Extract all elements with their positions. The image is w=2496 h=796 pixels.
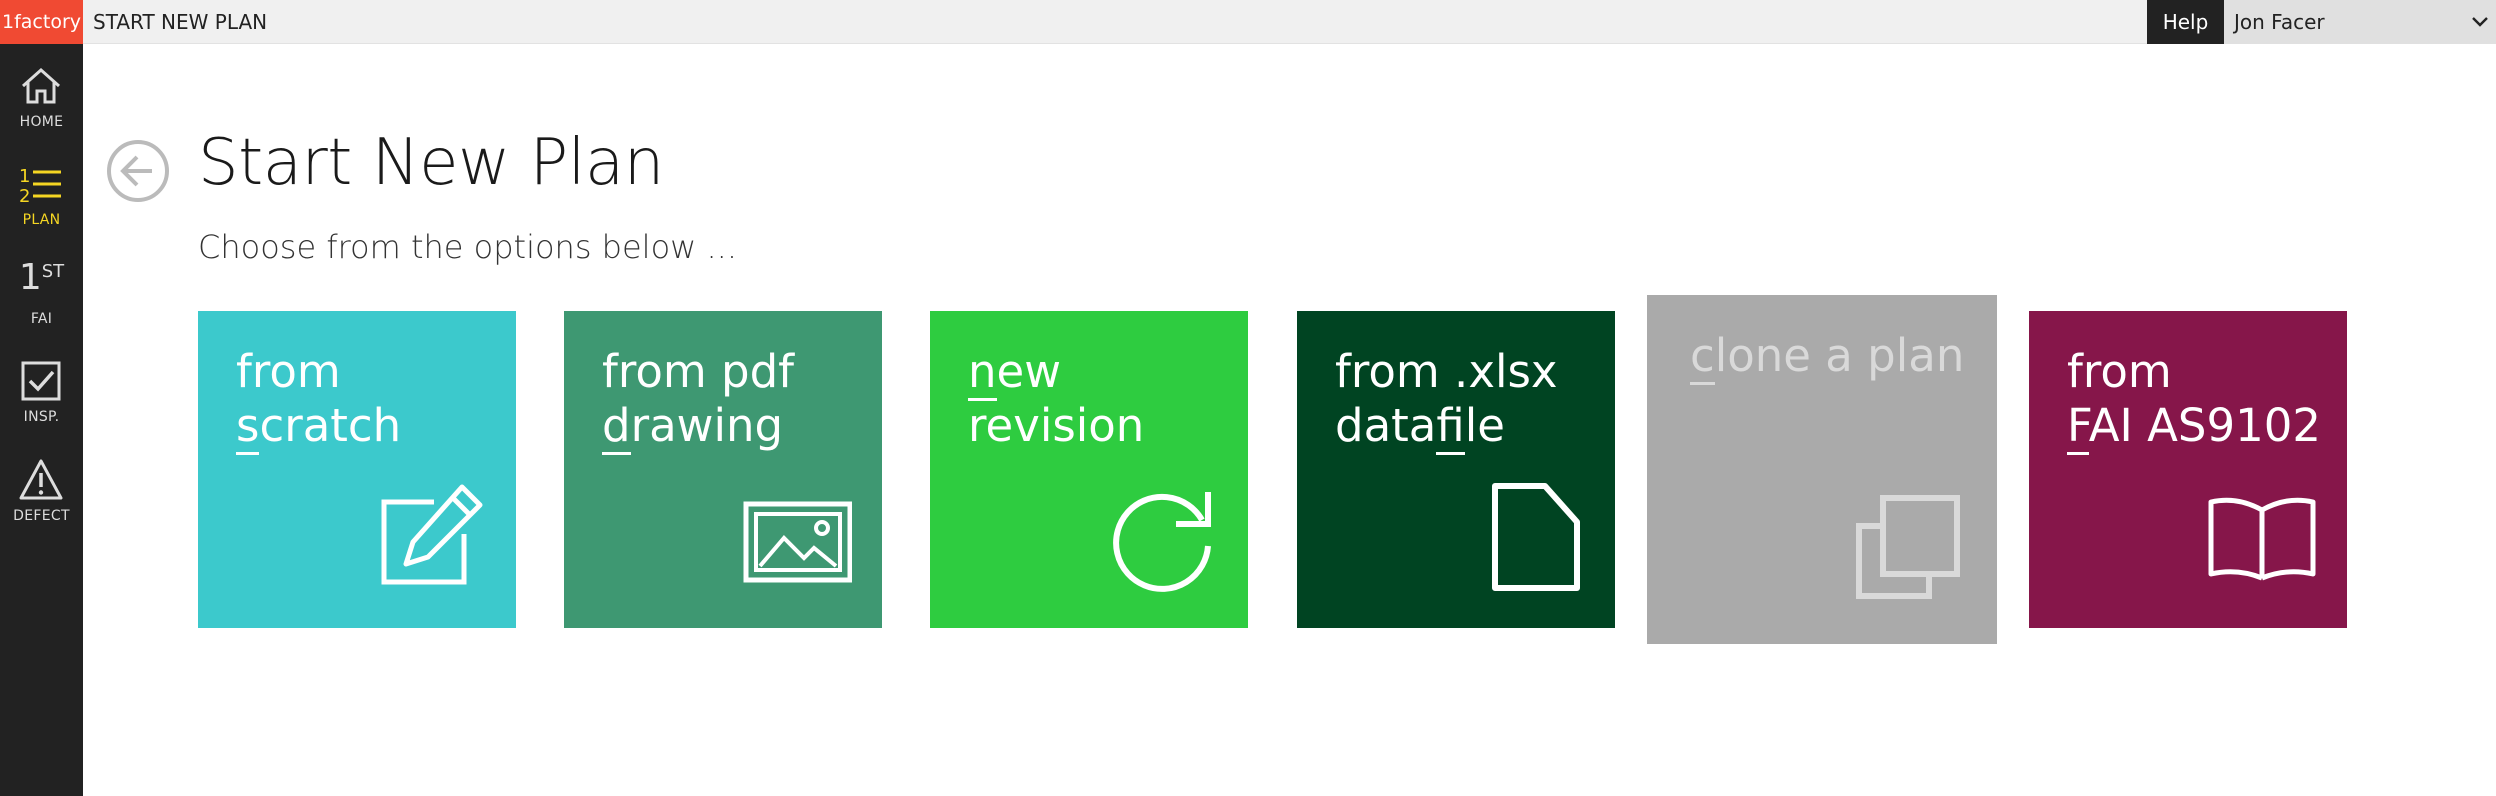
numbered-list-icon: 1 2	[19, 166, 61, 207]
top-bar: 1factory START NEW PLAN Help Jon Facer	[0, 0, 2496, 44]
page-title: Start New Plan	[198, 126, 664, 200]
checkbox-icon	[21, 361, 61, 401]
sidebar-item-home[interactable]: HOME	[0, 50, 83, 146]
chevron-down-icon	[2472, 17, 2488, 27]
copy-icon	[1856, 495, 1960, 599]
image-icon	[743, 501, 852, 583]
tile-from-xlsx-datafile[interactable]: from .xlsx datafile	[1297, 311, 1615, 628]
page-label: START NEW PLAN	[93, 10, 268, 34]
edit-pencil-icon	[381, 484, 483, 585]
tile-from-fai-as9102[interactable]: from FAI AS9102	[2029, 311, 2347, 628]
user-menu[interactable]: Jon Facer	[2224, 0, 2496, 44]
sidebar-item-label: DEFECT	[13, 508, 70, 524]
tile-label: from pdf drawing	[602, 345, 794, 455]
page-subtitle: Choose from the options below ...	[198, 228, 737, 266]
tile-label: from FAI AS9102	[2067, 345, 2321, 455]
sidebar-item-label: PLAN	[22, 212, 61, 228]
tile-from-pdf-drawing[interactable]: from pdf drawing	[564, 311, 882, 628]
svg-text:1: 1	[19, 166, 30, 187]
home-icon	[22, 67, 60, 104]
tile-label: from .xlsx datafile	[1335, 345, 1558, 455]
tile-from-scratch[interactable]: from scratch	[198, 311, 516, 628]
user-name: Jon Facer	[2234, 10, 2325, 34]
tile-label: clone a plan	[1690, 329, 1964, 385]
warning-icon	[19, 459, 63, 500]
sidebar-item-label: FAI	[30, 311, 53, 327]
book-icon	[2208, 497, 2316, 581]
sidebar-item-defect[interactable]: DEFECT	[0, 444, 83, 540]
sidebar-item-label: HOME	[19, 114, 64, 130]
tile-clone-a-plan: clone a plan	[1647, 295, 1997, 644]
sidebar-item-insp[interactable]: INSP.	[0, 345, 83, 441]
tile-new-revision[interactable]: new revision	[930, 311, 1248, 628]
brand-logo[interactable]: 1factory	[0, 0, 83, 44]
help-button[interactable]: Help	[2147, 0, 2224, 44]
tile-label: from scratch	[236, 345, 401, 455]
svg-text:2: 2	[19, 186, 30, 207]
tile-label: new revision	[968, 345, 1145, 452]
first-icon: 1ST	[18, 257, 65, 298]
file-icon	[1492, 483, 1580, 591]
refresh-icon	[1113, 492, 1211, 592]
back-arrow-icon[interactable]	[106, 139, 170, 203]
sidebar-item-label: INSP.	[23, 409, 60, 425]
sidebar: HOME 1 2 PLAN 1ST FAI INSP. DEFECT	[0, 44, 83, 796]
sidebar-item-fai[interactable]: 1ST FAI	[0, 247, 83, 343]
sidebar-item-plan[interactable]: 1 2 PLAN	[0, 148, 83, 244]
